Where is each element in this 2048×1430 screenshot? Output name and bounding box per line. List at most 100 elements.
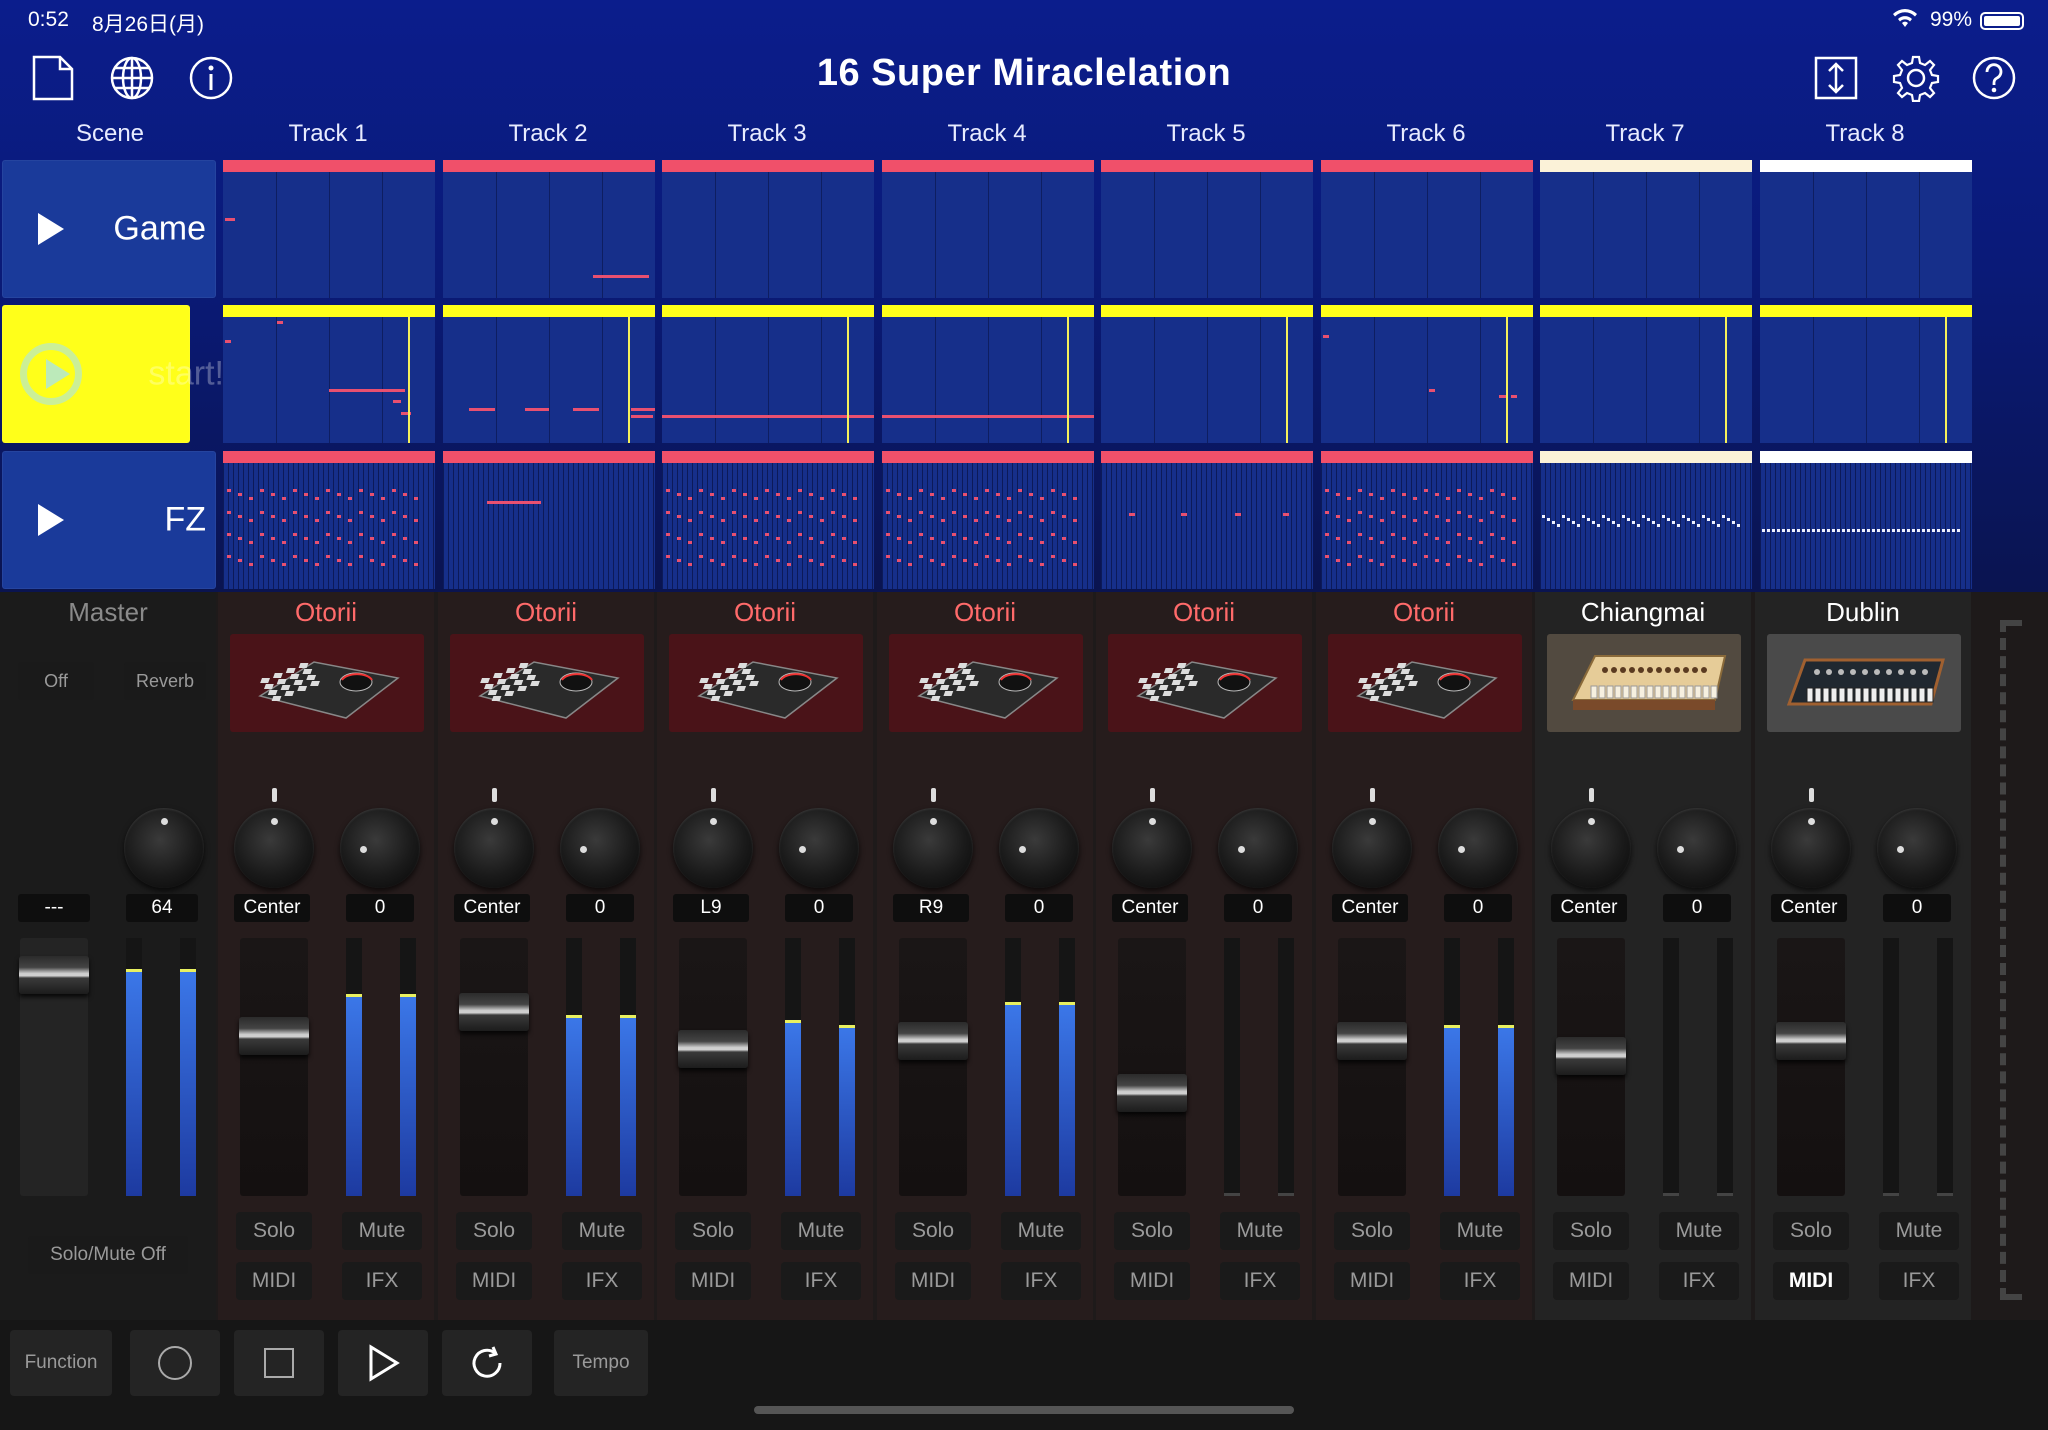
arrange-icon[interactable] — [1812, 54, 1860, 102]
send-knob[interactable] — [999, 808, 1079, 888]
pan-knob[interactable] — [1332, 808, 1412, 888]
solo-button[interactable]: Solo — [1334, 1212, 1410, 1250]
clip-track3-scene1[interactable] — [662, 160, 874, 298]
volume-fader-handle[interactable] — [1556, 1037, 1626, 1075]
ifx-button[interactable]: IFX — [781, 1262, 861, 1300]
instrument-name[interactable]: Otorii — [877, 592, 1093, 632]
clip-track7-scene2[interactable] — [1540, 305, 1752, 443]
solo-mute-off-button[interactable]: Solo/Mute Off — [28, 1236, 188, 1274]
midi-button[interactable]: MIDI — [236, 1262, 312, 1300]
instrument-thumbnail[interactable] — [889, 634, 1083, 732]
clip-track5-scene1[interactable] — [1101, 160, 1313, 298]
scene-launch-fz[interactable]: FZ — [2, 451, 216, 589]
volume-fader-handle[interactable] — [1776, 1021, 1846, 1060]
mute-button[interactable]: Mute — [1440, 1212, 1520, 1250]
instrument-thumbnail[interactable] — [1547, 634, 1741, 732]
record-button[interactable] — [130, 1330, 220, 1396]
solo-button[interactable]: Solo — [456, 1212, 532, 1250]
instrument-name[interactable]: Chiangmai — [1535, 592, 1751, 632]
ifx-button[interactable]: IFX — [1879, 1262, 1959, 1300]
volume-fader-track[interactable] — [240, 938, 308, 1196]
pan-knob[interactable] — [1551, 808, 1631, 888]
tempo-button[interactable]: Tempo — [554, 1330, 648, 1396]
clip-track6-scene1[interactable] — [1321, 160, 1533, 298]
clip-track8-scene3[interactable] — [1760, 451, 1972, 589]
clip-track3-scene3[interactable] — [662, 451, 874, 589]
instrument-name[interactable]: Otorii — [657, 592, 873, 632]
ifx-button[interactable]: IFX — [1440, 1262, 1520, 1300]
instrument-thumbnail[interactable] — [450, 634, 644, 732]
clip-track3-scene2[interactable] — [662, 305, 874, 443]
volume-fader-track[interactable] — [1338, 938, 1406, 1196]
volume-fader-handle[interactable] — [459, 993, 529, 1031]
pan-knob[interactable] — [454, 808, 534, 888]
clip-track7-scene1[interactable] — [1540, 160, 1752, 298]
mute-button[interactable]: Mute — [1879, 1212, 1959, 1250]
ifx-button[interactable]: IFX — [1659, 1262, 1739, 1300]
pan-knob[interactable] — [673, 808, 753, 888]
instrument-name[interactable]: Otorii — [218, 592, 434, 632]
pan-knob[interactable] — [234, 808, 314, 888]
mute-button[interactable]: Mute — [1220, 1212, 1300, 1250]
volume-fader-track[interactable] — [1118, 938, 1186, 1196]
clip-track1-scene1[interactable] — [223, 160, 435, 298]
volume-fader-handle[interactable] — [1117, 1074, 1187, 1113]
midi-button[interactable]: MIDI — [1114, 1262, 1190, 1300]
loop-button[interactable] — [442, 1330, 532, 1396]
solo-button[interactable]: Solo — [1553, 1212, 1629, 1250]
clip-track2-scene1[interactable] — [443, 160, 655, 298]
midi-button[interactable]: MIDI — [456, 1262, 532, 1300]
reverb-knob[interactable] — [124, 808, 204, 888]
clip-track6-scene2[interactable] — [1321, 305, 1533, 443]
reverb-button[interactable]: Reverb — [124, 662, 206, 700]
solo-button[interactable]: Solo — [236, 1212, 312, 1250]
play-button[interactable] — [338, 1330, 428, 1396]
pan-knob[interactable] — [893, 808, 973, 888]
clip-track1-scene3[interactable] — [223, 451, 435, 589]
clip-track8-scene1[interactable] — [1760, 160, 1972, 298]
help-icon[interactable] — [1970, 54, 2018, 102]
clip-track4-scene3[interactable] — [882, 451, 1094, 589]
clip-track2-scene2[interactable] — [443, 305, 655, 443]
master-off-button[interactable]: Off — [18, 662, 94, 700]
send-knob[interactable] — [1438, 808, 1518, 888]
instrument-thumbnail[interactable] — [1767, 634, 1961, 732]
send-knob[interactable] — [1877, 808, 1957, 888]
volume-fader-track[interactable] — [460, 938, 528, 1196]
volume-fader-track[interactable] — [899, 938, 967, 1196]
midi-button[interactable]: MIDI — [895, 1262, 971, 1300]
mute-button[interactable]: Mute — [781, 1212, 861, 1250]
instrument-name[interactable]: Otorii — [438, 592, 654, 632]
mute-button[interactable]: Mute — [1001, 1212, 1081, 1250]
clip-track5-scene3[interactable] — [1101, 451, 1313, 589]
master-fader-handle[interactable] — [19, 955, 89, 994]
ifx-button[interactable]: IFX — [342, 1262, 422, 1300]
ifx-button[interactable]: IFX — [1001, 1262, 1081, 1300]
volume-fader-handle[interactable] — [1337, 1021, 1407, 1060]
instrument-name[interactable]: Dublin — [1755, 592, 1971, 632]
midi-button[interactable]: MIDI — [1773, 1262, 1849, 1300]
clip-track4-scene2[interactable] — [882, 305, 1094, 443]
mute-button[interactable]: Mute — [342, 1212, 422, 1250]
stop-button[interactable] — [234, 1330, 324, 1396]
mute-button[interactable]: Mute — [1659, 1212, 1739, 1250]
instrument-thumbnail[interactable] — [230, 634, 424, 732]
gear-icon[interactable] — [1892, 54, 1940, 103]
send-knob[interactable] — [1657, 808, 1737, 888]
volume-fader-handle[interactable] — [239, 1017, 309, 1056]
function-button[interactable]: Function — [10, 1330, 112, 1396]
mute-button[interactable]: Mute — [562, 1212, 642, 1250]
clip-track7-scene3[interactable] — [1540, 451, 1752, 589]
instrument-name[interactable]: Otorii — [1316, 592, 1532, 632]
clip-track1-scene2[interactable] — [223, 305, 435, 443]
instrument-thumbnail[interactable] — [1328, 634, 1522, 732]
pan-knob[interactable] — [1112, 808, 1192, 888]
clip-track4-scene1[interactable] — [882, 160, 1094, 298]
send-knob[interactable] — [1218, 808, 1298, 888]
volume-fader-handle[interactable] — [678, 1030, 748, 1069]
clip-track8-scene2[interactable] — [1760, 305, 1972, 443]
volume-fader-handle[interactable] — [898, 1021, 968, 1060]
solo-button[interactable]: Solo — [1773, 1212, 1849, 1250]
instrument-thumbnail[interactable] — [1108, 634, 1302, 732]
scene-launch-game[interactable]: Game — [2, 160, 216, 298]
